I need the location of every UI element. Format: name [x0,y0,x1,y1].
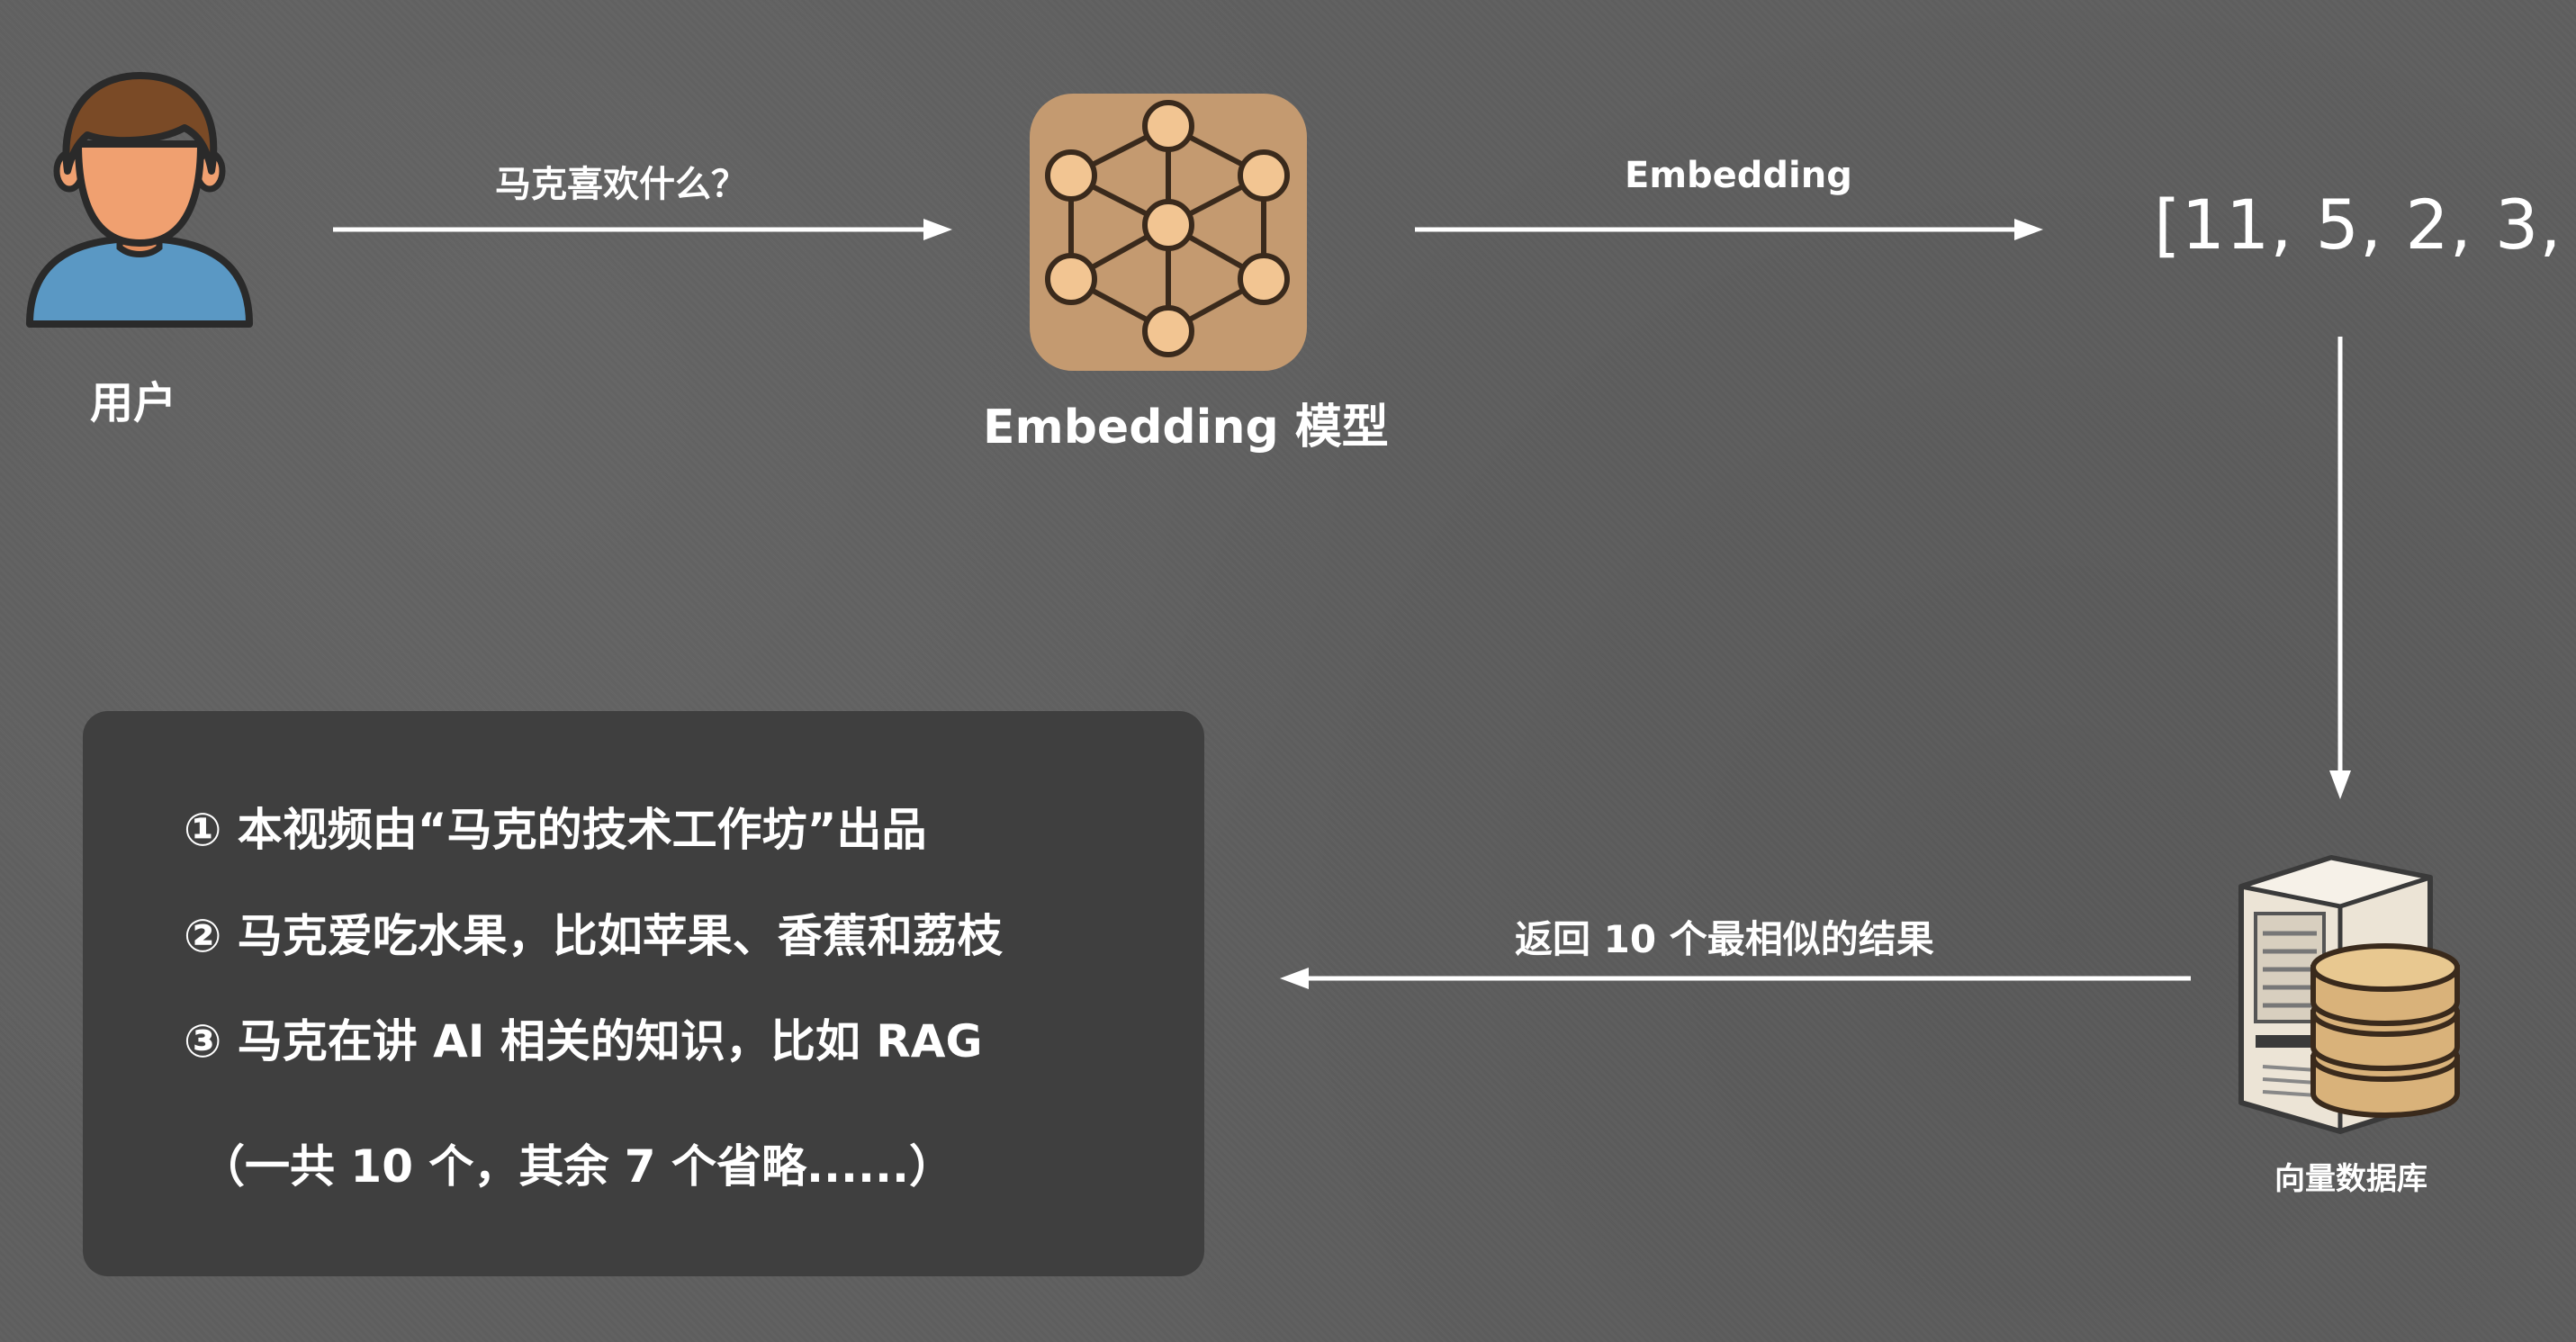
embedding-arrow-label: Embedding [1625,155,1852,196]
vector-database-icon [2223,851,2484,1139]
neural-network-icon [1026,90,1311,374]
store-arrow [2329,337,2351,799]
results-note: （一共 10 个，其余 7 个省略......） [200,1140,954,1193]
database-label: 向量数据库 [2274,1161,2427,1197]
model-label: Embedding 模型 [983,401,1389,455]
embedding-arrow [1415,219,2043,240]
query-arrow [333,219,952,240]
results-arrow [1280,968,2191,989]
result-item: ① 本视频由“马克的技术工作坊”出品 [184,804,927,856]
user-label: 用户 [90,378,177,428]
results-arrow-label: 返回 10 个最相似的结果 [1515,917,1934,961]
embedding-vector: [11, 5, 2, 3, 1] [2154,185,2576,265]
query-label: 马克喜欢什么？ [495,164,747,205]
result-item: ③ 马克在讲 AI 相关的知识，比如 RAG [184,1015,983,1067]
result-item: ② 马克爱吃水果，比如苹果、香蕉和荔枝 [184,910,1003,962]
user-icon [23,63,257,342]
results-panel: ① 本视频由“马克的技术工作坊”出品 ② 马克爱吃水果，比如苹果、香蕉和荔枝 ③… [83,711,1204,1276]
